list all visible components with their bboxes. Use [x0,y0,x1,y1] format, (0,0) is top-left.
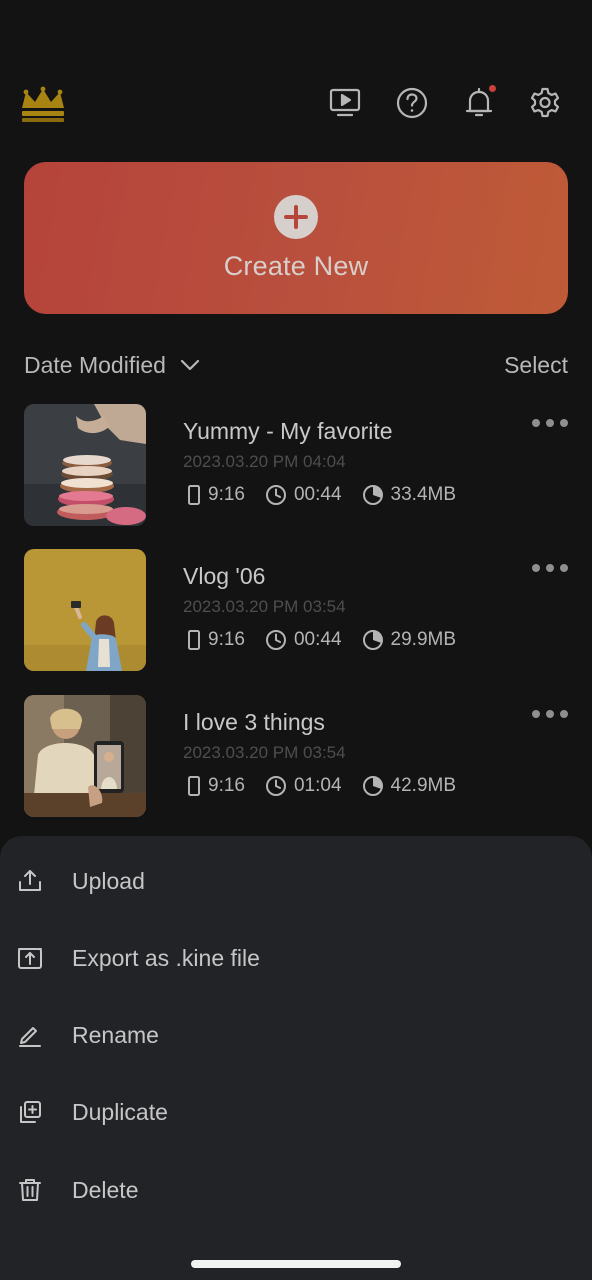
delete-button[interactable]: Delete [0,1160,592,1220]
export-kine-button[interactable]: Export as .kine file [0,928,592,988]
project-meta: 9:16 01:04 42.9MB [187,775,476,797]
pie-chart-icon [362,630,383,650]
project-date: 2023.03.20 PM 04:04 [183,452,346,471]
pencil-icon [16,1021,44,1049]
project-meta: 9:16 00:44 33.4MB [187,484,476,506]
aspect-ratio-icon [188,485,200,505]
top-bar [0,78,592,130]
aspect-ratio-icon [188,776,200,796]
pie-chart-icon [362,485,383,505]
home-indicator[interactable] [191,1260,401,1268]
project-meta: 9:16 00:44 29.9MB [187,629,476,651]
create-new-label: Create New [223,250,369,281]
project-thumbnail[interactable] [24,695,146,817]
sort-label: Date Modified [24,351,166,378]
project-ratio: 9:16 [208,629,245,650]
more-options-icon[interactable] [532,416,568,430]
tv-play-icon[interactable] [328,86,362,120]
gear-icon[interactable] [528,86,562,120]
clock-icon [265,485,286,505]
duplicate-button[interactable]: Duplicate [0,1082,592,1142]
upload-button[interactable]: Upload [0,851,592,911]
export-box-icon [16,944,44,972]
sort-dropdown[interactable]: Date Modified [24,352,200,379]
phone-photo-of-woman-photo [24,695,146,817]
create-new-button[interactable]: Create New [24,162,568,314]
project-duration: 01:04 [293,775,342,796]
project-duration: 00:44 [293,484,342,505]
bell-icon[interactable] [462,85,496,120]
pie-chart-icon [362,776,383,796]
project-date: 2023.03.20 PM 03:54 [183,597,346,616]
project-size: 42.9MB [390,775,457,796]
export-kine-label: Export as .kine file [72,944,260,971]
help-icon[interactable] [395,86,429,120]
project-title: Yummy - My favorite [183,418,393,444]
project-item[interactable]: Vlog '06 2023.03.20 PM 03:54 9:16 00:44 … [24,549,568,671]
rename-button[interactable]: Rename [0,1005,592,1065]
upload-icon [16,867,44,895]
project-size: 29.9MB [390,629,457,650]
project-ratio: 9:16 [208,775,245,796]
project-item[interactable]: I love 3 things 2023.03.20 PM 03:54 9:16… [24,695,568,817]
stacked-donuts-photo [24,404,146,526]
chevron-down-icon [180,359,200,371]
project-thumbnail[interactable] [24,404,146,526]
duplicate-label: Duplicate [72,1098,168,1125]
project-thumbnail[interactable] [24,549,146,671]
clock-icon [265,776,286,796]
project-item[interactable]: Yummy - My favorite 2023.03.20 PM 04:04 … [24,404,568,526]
crown-logo-icon[interactable] [20,84,66,124]
action-sheet: Upload Export as .kine file Rename Dupli… [0,836,592,1280]
trash-icon [16,1176,44,1204]
notification-dot [489,85,496,92]
project-title: I love 3 things [183,709,325,735]
plus-circle-icon [274,194,318,239]
project-date: 2023.03.20 PM 03:54 [183,743,346,762]
select-button[interactable]: Select [504,352,568,379]
project-title: Vlog '06 [183,563,266,589]
sort-bar: Date Modified Select [24,348,568,382]
more-options-icon[interactable] [532,707,568,721]
more-options-icon[interactable] [532,561,568,575]
upload-label: Upload [72,867,145,894]
aspect-ratio-icon [188,630,200,650]
rename-label: Rename [72,1021,159,1048]
woman-selfie-yellow-wall-photo [24,549,146,671]
duplicate-icon [16,1098,44,1126]
clock-icon [265,630,286,650]
delete-label: Delete [72,1176,139,1203]
project-duration: 00:44 [293,629,342,650]
project-ratio: 9:16 [208,484,245,505]
project-size: 33.4MB [390,484,457,505]
